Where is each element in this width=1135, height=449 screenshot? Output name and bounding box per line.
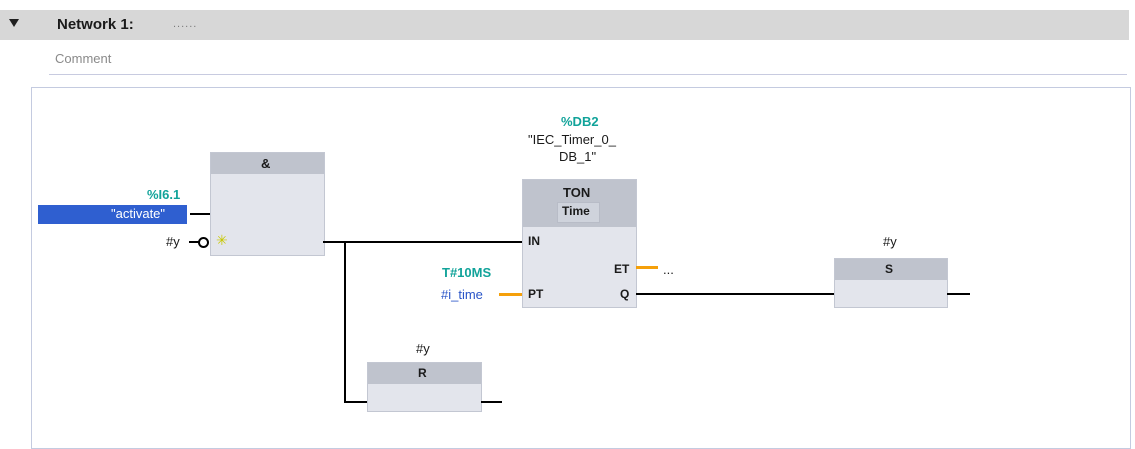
input2-operand[interactable]: #y <box>166 234 180 249</box>
pt-wire <box>499 293 522 296</box>
pin-q: Q <box>620 287 630 301</box>
pt-constant[interactable]: T#10MS <box>442 265 491 280</box>
branch-to-reset-wire <box>344 401 368 403</box>
time-datatype-label[interactable]: Time <box>562 204 590 218</box>
network-title-placeholder[interactable]: ...... <box>173 18 197 30</box>
pin-in: IN <box>528 234 540 248</box>
set-coil-label: S <box>885 262 894 276</box>
et-wire <box>636 266 658 269</box>
branch-vertical-wire <box>344 241 346 402</box>
network-title: Network 1: <box>57 16 134 33</box>
input1-address[interactable]: %I6.1 <box>147 187 180 202</box>
insert-input-star-icon[interactable]: ✳ <box>216 232 228 249</box>
timer-db-address[interactable]: %DB2 <box>561 114 599 129</box>
pin-et: ET <box>614 262 630 276</box>
set-coil-output-wire <box>947 293 970 295</box>
and-output-wire <box>323 241 523 243</box>
pt-operand[interactable]: #i_time <box>441 287 483 302</box>
negation-circle-icon[interactable] <box>198 237 209 248</box>
network-comment-placeholder[interactable]: Comment <box>55 51 111 66</box>
network-header <box>0 10 1129 40</box>
set-coil-operand[interactable]: #y <box>883 234 897 249</box>
and-block-label: & <box>261 156 271 171</box>
input1-wire <box>190 213 210 215</box>
network-comment-field[interactable] <box>49 44 1127 75</box>
timer-db-name-line1[interactable]: "IEC_Timer_0_ <box>528 132 616 147</box>
input1-tag[interactable]: "activate" <box>111 206 165 221</box>
reset-coil-label: R <box>418 366 427 380</box>
ton-type-label: TON <box>563 185 591 200</box>
timer-db-name-line2[interactable]: DB_1" <box>559 149 596 164</box>
pin-pt: PT <box>528 287 544 301</box>
q-output-wire <box>636 293 834 295</box>
reset-coil-operand[interactable]: #y <box>416 341 430 356</box>
et-operand[interactable]: ... <box>663 262 674 277</box>
collapse-triangle-icon[interactable] <box>9 19 19 27</box>
reset-coil-output-wire <box>481 401 502 403</box>
